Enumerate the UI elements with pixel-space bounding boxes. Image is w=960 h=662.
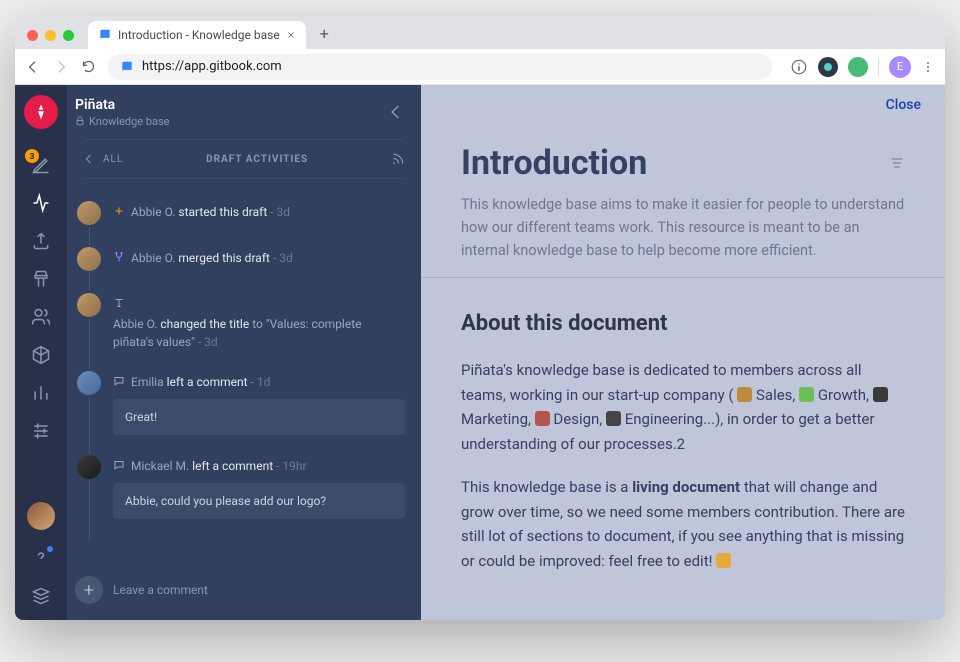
site-info-icon: [120, 60, 134, 74]
cube-icon[interactable]: [31, 345, 51, 365]
close-button[interactable]: Close: [886, 97, 921, 113]
settings-icon[interactable]: [31, 421, 51, 441]
workspace-header: Piñata Knowledge base: [67, 85, 421, 139]
reload-button[interactable]: [81, 59, 96, 74]
activity-body: Mickael M. left a comment - 19hrAbbie, c…: [113, 453, 405, 519]
text-icon: [113, 297, 125, 309]
comment-icon: [113, 459, 125, 471]
user-avatar[interactable]: [27, 502, 55, 530]
toolbar-separator: [878, 58, 879, 76]
paragraph-2: This knowledge base is a living document…: [461, 475, 905, 574]
doc-header: Introduction This knowledge base aims to…: [421, 125, 945, 278]
extension-1[interactable]: [818, 57, 838, 77]
add-comment-label[interactable]: Leave a comment: [113, 583, 208, 597]
maximize-window-button[interactable]: [63, 30, 74, 41]
activity-item[interactable]: Emilia left a comment - 1dGreat!: [75, 369, 405, 435]
pinata-logo-icon: [32, 103, 50, 121]
library-icon[interactable]: [31, 586, 51, 606]
activity-avatar: [75, 199, 103, 227]
activity-body: Abbie O. changed the title to "Values: c…: [113, 291, 405, 351]
rss-icon[interactable]: [391, 152, 405, 166]
info-icon[interactable]: [790, 58, 808, 76]
help-notification-dot: [47, 546, 53, 552]
analytics-icon[interactable]: [31, 383, 51, 403]
collapse-panel-icon[interactable]: [387, 103, 405, 121]
browser-window: Introduction - Knowledge base + https://…: [15, 15, 945, 620]
workspace-subtitle: Knowledge base: [75, 115, 170, 128]
growth-emoji: [799, 387, 814, 402]
outline-icon[interactable]: [889, 155, 905, 171]
browser-toolbar: https://app.gitbook.com E: [15, 49, 945, 85]
team-icon[interactable]: [31, 307, 51, 327]
activity-body: Abbie O. started this draft - 3d: [113, 199, 405, 221]
browser-tabbar: Introduction - Knowledge base +: [15, 15, 945, 49]
chevron-left-icon[interactable]: [83, 153, 95, 165]
merge-icon: [113, 251, 125, 263]
close-window-button[interactable]: [27, 30, 38, 41]
browser-tab[interactable]: Introduction - Knowledge base: [88, 21, 306, 49]
comment-icon: [113, 375, 125, 387]
activity-item[interactable]: Mickael M. left a comment - 19hrAbbie, c…: [75, 453, 405, 519]
all-filter[interactable]: ALL: [103, 154, 123, 165]
share-icon[interactable]: [31, 231, 51, 251]
page-title: Introduction: [461, 143, 905, 183]
window-controls: [23, 30, 82, 49]
paragraph-1: Piñata's knowledge base is dedicated to …: [461, 358, 905, 457]
help-icon[interactable]: [31, 548, 51, 568]
workspace-name: Piñata: [75, 97, 170, 113]
activity-title: DRAFT ACTIVITIES: [206, 154, 308, 165]
doc-body: About this document Piñata's knowledge b…: [421, 278, 945, 620]
activity-header: ALL DRAFT ACTIVITIES: [83, 139, 405, 179]
activity-item[interactable]: Abbie O. merged this draft - 3d: [75, 245, 405, 273]
activity-item[interactable]: Abbie O. changed the title to "Values: c…: [75, 291, 405, 351]
draft-panel: Piñata Knowledge base ALL DRAFT ACTIVITI…: [67, 85, 421, 620]
extension-2[interactable]: [848, 57, 868, 77]
section-heading: About this document: [461, 306, 905, 342]
profile-avatar[interactable]: E: [889, 56, 911, 78]
back-button[interactable]: [25, 59, 41, 75]
address-bar[interactable]: https://app.gitbook.com: [108, 54, 772, 80]
add-comment-row: + Leave a comment: [67, 570, 421, 620]
sales-emoji: [737, 387, 752, 402]
add-comment-button[interactable]: +: [75, 576, 103, 604]
design-icon[interactable]: [31, 269, 51, 289]
browser-menu-button[interactable]: [921, 58, 935, 76]
notification-badge: 3: [25, 149, 39, 163]
close-tab-icon[interactable]: [286, 30, 296, 40]
activity-avatar: [75, 291, 103, 319]
activity-avatar: [75, 369, 103, 397]
engineering-emoji: [606, 411, 621, 426]
icon-rail: 3: [15, 85, 67, 620]
forward-button[interactable]: [53, 59, 69, 75]
comment-bubble: Abbie, could you please add our logo?: [113, 483, 405, 519]
marketing-emoji: [873, 387, 888, 402]
edit-icon[interactable]: 3: [31, 155, 51, 175]
activity-body: Abbie O. merged this draft - 3d: [113, 245, 405, 267]
new-tab-button[interactable]: +: [312, 24, 337, 49]
app-root: 3: [15, 85, 945, 620]
activity-item[interactable]: Abbie O. started this draft - 3d: [75, 199, 405, 227]
comment-bubble: Great!: [113, 399, 405, 435]
activity-body: Emilia left a comment - 1dGreat!: [113, 369, 405, 435]
lock-icon: [75, 116, 85, 126]
activity-avatar: [75, 453, 103, 481]
content-area: Close Introduction This knowledge base a…: [421, 85, 945, 620]
activity-avatar: [75, 245, 103, 273]
plus-icon: [113, 205, 125, 217]
design-emoji: [535, 411, 550, 426]
content-scroll[interactable]: Introduction This knowledge base aims to…: [421, 125, 945, 620]
page-subtitle: This knowledge base aims to make it easi…: [461, 193, 905, 263]
face-emoji: [716, 553, 731, 568]
toolbar-extensions: E: [784, 56, 935, 78]
activity-icon[interactable]: [31, 193, 51, 213]
gitbook-favicon-icon: [98, 28, 112, 42]
workspace-logo[interactable]: [24, 95, 58, 129]
tab-title: Introduction - Knowledge base: [118, 28, 280, 42]
minimize-window-button[interactable]: [45, 30, 56, 41]
url-text: https://app.gitbook.com: [142, 59, 282, 74]
activity-feed: Abbie O. started this draft - 3d Abbie O.…: [67, 179, 421, 570]
